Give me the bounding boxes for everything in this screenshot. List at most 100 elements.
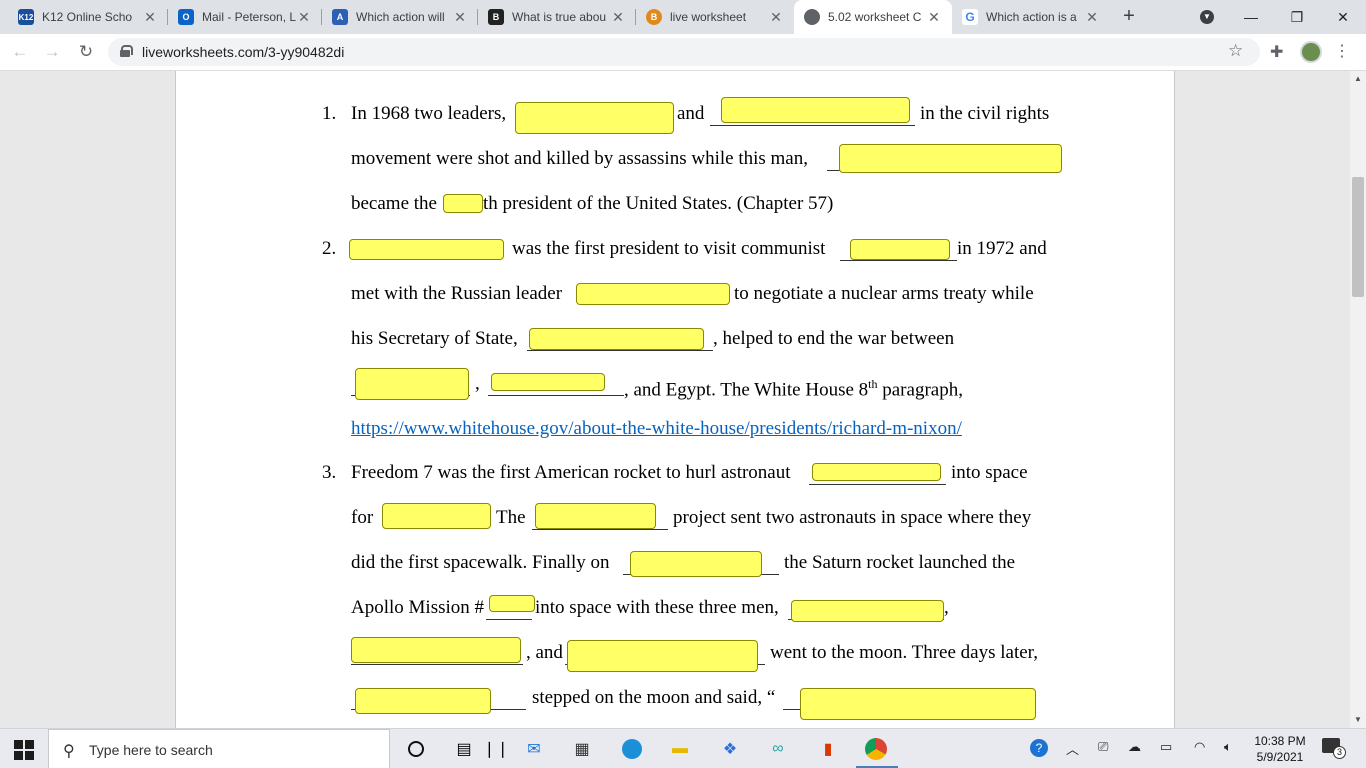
- text: In 1968 two leaders,: [351, 103, 507, 124]
- answer-blank[interactable]: [721, 97, 910, 123]
- answer-blank[interactable]: [349, 239, 504, 260]
- windows-start-icon[interactable]: [14, 740, 34, 760]
- dropbox-icon[interactable]: ❖: [718, 737, 742, 761]
- underline: [783, 709, 800, 710]
- text: ,: [944, 597, 949, 618]
- answer-blank[interactable]: [535, 503, 656, 529]
- close-icon[interactable]: ✕: [296, 9, 312, 26]
- scroll-down-arrow-icon[interactable]: ▼: [1350, 712, 1366, 728]
- text: in 1972 and: [957, 238, 1047, 259]
- close-icon[interactable]: ✕: [452, 9, 468, 26]
- answer-blank[interactable]: [489, 595, 535, 612]
- profile-avatar[interactable]: [1300, 41, 1322, 63]
- scroll-up-arrow-icon[interactable]: ▲: [1350, 71, 1366, 87]
- page-scrollbar[interactable]: ▲ ▼: [1350, 71, 1366, 728]
- bing-icon: B: [646, 9, 662, 25]
- restore-button[interactable]: ❐: [1274, 0, 1320, 34]
- text: stepped on the moon and said, “: [532, 687, 776, 708]
- underline: [840, 260, 957, 261]
- globe-icon: [804, 9, 820, 25]
- chevron-up-icon[interactable]: ︿: [1066, 739, 1079, 758]
- tab-which-action-will[interactable]: A Which action will ✕: [322, 0, 478, 34]
- office-icon[interactable]: ▮: [816, 737, 840, 761]
- infinity-app-icon[interactable]: ∞: [766, 737, 790, 761]
- close-icon[interactable]: ✕: [610, 9, 626, 26]
- close-icon[interactable]: ✕: [926, 9, 942, 26]
- browser-menu-button[interactable]: ⋮: [1334, 40, 1350, 64]
- tab-what-is-true[interactable]: B What is true abou ✕: [478, 0, 636, 34]
- answer-blank[interactable]: [351, 637, 521, 663]
- address-bar[interactable]: liveworksheets.com/3-yy90482di ☆: [108, 38, 1260, 66]
- underline: [710, 125, 915, 126]
- volume-icon[interactable]: 🔈︎: [1224, 739, 1232, 755]
- meet-now-icon[interactable]: ⎚: [1098, 739, 1108, 755]
- tab-live-worksheet[interactable]: B live worksheet ✕: [636, 0, 794, 34]
- reload-button[interactable]: ↻: [74, 40, 98, 64]
- extensions-puzzle-icon[interactable]: ✚: [1270, 42, 1288, 61]
- scroll-thumb[interactable]: [1352, 177, 1364, 297]
- tab-title: Which action is a: [986, 10, 1077, 24]
- text: project sent two astronauts in space whe…: [673, 507, 1032, 528]
- close-icon[interactable]: ✕: [768, 9, 784, 26]
- cortana-icon[interactable]: [404, 737, 428, 761]
- clock-time: 10:38 PM: [1254, 734, 1306, 748]
- search-icon: ⚲: [63, 743, 75, 760]
- answer-blank[interactable]: [515, 102, 674, 134]
- tab-which-action-is[interactable]: G Which action is a ✕: [952, 0, 1110, 34]
- tab-502-worksheet[interactable]: 5.02 worksheet C ✕: [794, 0, 952, 34]
- new-tab-button[interactable]: +: [1118, 6, 1140, 28]
- text: went to the moon. Three days later,: [770, 642, 1038, 663]
- store-icon[interactable]: ▦: [570, 737, 594, 761]
- whitehouse-link[interactable]: https://www.whitehouse.gov/about-the-whi…: [351, 418, 962, 440]
- task-view-icon[interactable]: ▤: [452, 737, 476, 761]
- clock-date: 5/9/2021: [1256, 750, 1304, 764]
- close-icon[interactable]: ✕: [1084, 9, 1100, 26]
- underline: [486, 619, 532, 620]
- answer-blank[interactable]: [382, 503, 491, 529]
- answer-blank[interactable]: [630, 551, 762, 577]
- answer-blank[interactable]: [355, 368, 469, 400]
- forward-button[interactable]: →: [40, 40, 64, 64]
- answer-blank[interactable]: [443, 194, 483, 213]
- answer-blank[interactable]: [576, 283, 730, 305]
- file-explorer-icon[interactable]: ▬: [668, 737, 692, 761]
- answer-blank[interactable]: [791, 600, 944, 622]
- answer-blank[interactable]: [839, 144, 1062, 173]
- tab-k12[interactable]: K12 K12 Online Scho ✕: [8, 0, 168, 34]
- tab-search-button[interactable]: ▼: [1184, 0, 1230, 34]
- mail-icon[interactable]: ✉: [522, 737, 546, 761]
- answer-blank[interactable]: [355, 688, 491, 714]
- back-button[interactable]: ←: [8, 40, 32, 64]
- superscript: th: [868, 377, 878, 391]
- onedrive-icon[interactable]: ☁: [1128, 739, 1141, 755]
- answer-blank[interactable]: [491, 373, 605, 391]
- question-number: 3.: [322, 462, 337, 483]
- wifi-icon[interactable]: ◠: [1194, 739, 1205, 755]
- taskbar-search-box[interactable]: ⚲ Type here to search: [48, 729, 390, 768]
- text: was the first president to visit communi…: [512, 238, 826, 259]
- notification-center-icon[interactable]: 3: [1322, 738, 1346, 759]
- tab-mail[interactable]: O Mail - Peterson, L ✕: [168, 0, 322, 34]
- close-icon[interactable]: ✕: [142, 9, 158, 26]
- text: movement were shot and killed by assassi…: [351, 148, 808, 169]
- battery-icon[interactable]: ▭: [1160, 739, 1172, 755]
- text: for: [351, 507, 374, 528]
- text: Freedom 7 was the first American rocket …: [351, 462, 791, 483]
- edge-icon[interactable]: [620, 737, 644, 761]
- windows-taskbar: ⚲ Type here to search ▤ ❘❘ ✉ ▦ ▬ ❖ ∞ ▮ ?…: [0, 728, 1366, 768]
- underline: [351, 664, 523, 665]
- chrome-icon[interactable]: [864, 737, 888, 761]
- close-window-button[interactable]: ✕: [1320, 0, 1366, 34]
- question-number: 1.: [322, 103, 337, 124]
- answer-blank[interactable]: [567, 640, 758, 672]
- taskbar-clock[interactable]: 10:38 PM 5/9/2021: [1250, 733, 1310, 765]
- taskbar-app-icon[interactable]: ❘❘: [483, 737, 510, 761]
- help-icon[interactable]: ?: [1030, 739, 1048, 757]
- answer-blank[interactable]: [529, 328, 704, 350]
- answer-blank[interactable]: [800, 688, 1036, 720]
- minimize-button[interactable]: —: [1228, 0, 1274, 34]
- answer-blank[interactable]: [850, 239, 950, 260]
- bookmark-star-icon[interactable]: ☆: [1228, 41, 1243, 61]
- answer-blank[interactable]: [812, 463, 941, 481]
- text: Apollo Mission #: [351, 597, 485, 618]
